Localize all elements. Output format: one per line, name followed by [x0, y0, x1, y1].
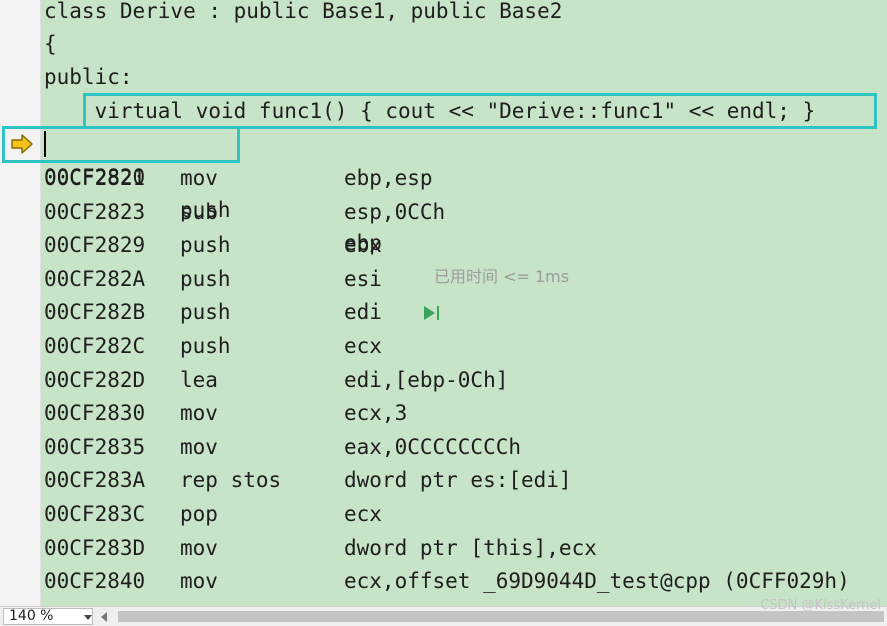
- instruction-row[interactable]: 00CF283A rep stos dword ptr es:[edi]: [41, 464, 887, 497]
- instruction-mnemonic: push: [180, 300, 231, 325]
- instruction-mnemonic: pop: [180, 502, 218, 526]
- watermark: CSDN @KissKernel: [760, 598, 881, 613]
- instruction-address: 00CF283A: [44, 468, 146, 493]
- instruction-mnemonic: mov: [180, 535, 218, 560]
- instruction-row[interactable]: 00CF283D mov dword ptr [this],ecx: [41, 532, 887, 565]
- instruction-operand: ebx: [344, 233, 382, 258]
- instruction-row[interactable]: 00CF2829 push ebx: [41, 229, 887, 262]
- instruction-operand: ecx,3: [344, 401, 408, 426]
- instruction-operand: ecx,offset _69D9044D_test@cpp (0CFF029h): [344, 569, 850, 594]
- instruction-address: 00CF282D: [44, 367, 146, 392]
- instruction-mnemonic: lea: [180, 367, 218, 392]
- current-instruction-highlight: [2, 126, 240, 163]
- instruction-mnemonic: mov: [180, 569, 218, 594]
- instruction-address: 00CF2823: [44, 199, 146, 224]
- instruction-row[interactable]: 00CF282B push edi: [41, 296, 887, 329]
- run-to-cursor-icon[interactable]: [422, 305, 442, 321]
- instruction-row[interactable]: 00CF2835 mov eax,0CCCCCCCCh: [41, 431, 887, 464]
- source-line-class: class Derive : public Base1, public Base…: [44, 0, 563, 23]
- source-line-brace: {: [44, 32, 57, 56]
- instruction-row[interactable]: 00CF282D lea edi,[ebp-0Ch]: [41, 364, 887, 397]
- instruction-address: 00CF2829: [44, 233, 146, 258]
- instruction-operand: dword ptr es:[edi]: [344, 468, 572, 493]
- instruction-mnemonic: push: [180, 266, 231, 291]
- instruction-address: 00CF2821: [44, 166, 146, 190]
- instruction-operand: esi: [344, 266, 382, 291]
- instruction-address: 00CF283D: [44, 535, 146, 560]
- instruction-row[interactable]: 00CF282A push esi: [41, 263, 887, 296]
- zoom-select[interactable]: 140 %: [3, 608, 93, 625]
- instruction-mnemonic: push: [180, 334, 231, 358]
- instruction-operand: eax,0CCCCCCCCh: [344, 434, 522, 459]
- instruction-operand: ecx: [344, 502, 382, 526]
- instruction-address: 00CF282B: [44, 300, 146, 325]
- instruction-operand: esp,0CCh: [344, 199, 446, 224]
- instruction-row[interactable]: 00CF282C push ecx: [41, 330, 887, 363]
- instruction-operand: dword ptr [this],ecx: [344, 535, 597, 560]
- instruction-mnemonic: mov: [180, 434, 218, 459]
- instruction-row[interactable]: 00CF2821 mov ebp,esp: [41, 162, 887, 195]
- instruction-address: 00CF282C: [44, 334, 146, 358]
- instruction-pointer-arrow-icon: [11, 134, 33, 154]
- instruction-mnemonic: mov: [180, 401, 218, 426]
- disassembly-view[interactable]: class Derive : public Base1, public Base…: [41, 0, 887, 606]
- instruction-operand: ebp,esp: [344, 166, 433, 190]
- instruction-operand: edi,[ebp-0Ch]: [344, 367, 509, 392]
- source-line-public: public:: [44, 65, 133, 89]
- instruction-operand: edi: [344, 300, 382, 325]
- instruction-address: 00CF2840: [44, 569, 146, 594]
- instruction-row[interactable]: 00CF283C pop ecx: [41, 498, 887, 531]
- instruction-mnemonic: rep stos: [180, 468, 282, 493]
- zoom-value: 140 %: [9, 608, 54, 624]
- instruction-row[interactable]: 00CF2830 mov ecx,3: [41, 397, 887, 430]
- instruction-address: 00CF283C: [44, 502, 146, 526]
- instruction-row[interactable]: 00CF2840 mov ecx,offset _69D9044D_test@cpp…: [41, 565, 887, 598]
- instruction-address: 00CF282A: [44, 266, 146, 291]
- source-line-highlight: [83, 93, 877, 129]
- instruction-operand: ecx: [344, 334, 382, 358]
- scroll-left-icon[interactable]: [101, 612, 107, 622]
- editor-gutter[interactable]: [0, 0, 41, 606]
- chevron-down-icon: [84, 615, 92, 620]
- instruction-mnemonic: push: [180, 233, 231, 258]
- editor-statusbar: 140 %: [0, 606, 887, 626]
- instruction-row[interactable]: 00CF2823 sub esp,0CCh: [41, 196, 887, 229]
- instruction-address: 00CF2830: [44, 401, 146, 426]
- instruction-address: 00CF2835: [44, 434, 146, 459]
- instruction-mnemonic: mov: [180, 166, 218, 190]
- instruction-mnemonic: sub: [180, 199, 218, 224]
